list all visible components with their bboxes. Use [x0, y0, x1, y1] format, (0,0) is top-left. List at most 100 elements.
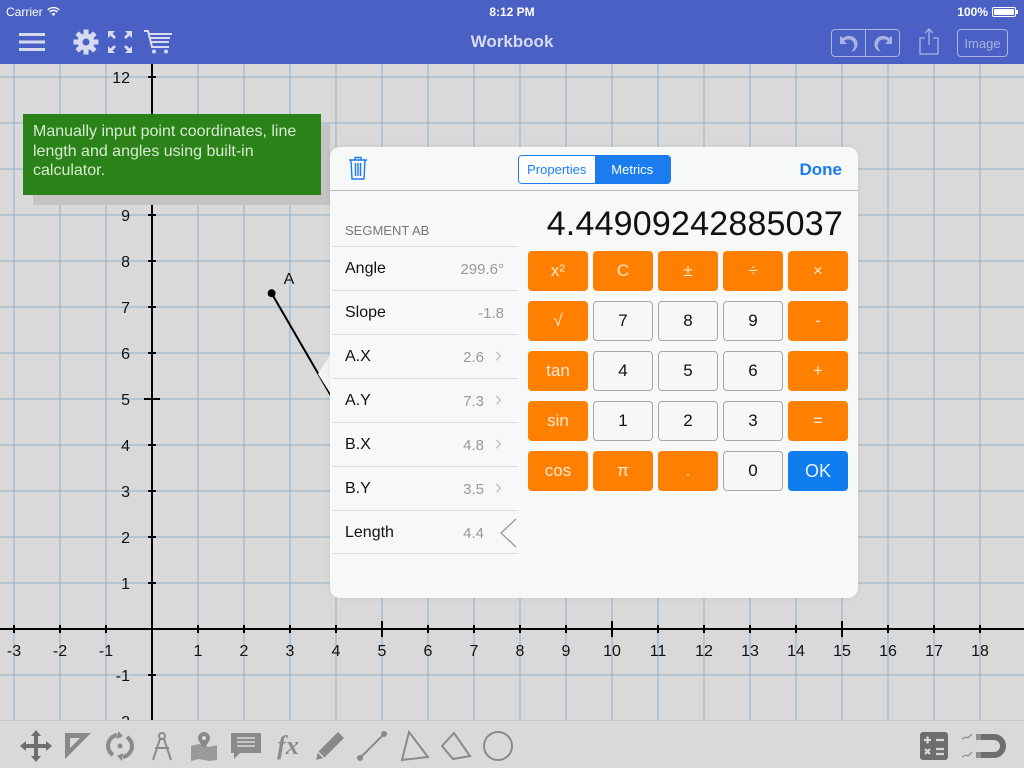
key-clear[interactable]: C — [593, 251, 653, 291]
key-decimal[interactable]: . — [658, 451, 718, 491]
redo-button[interactable] — [866, 30, 899, 56]
tool-rotate[interactable] — [103, 729, 137, 763]
x-tick-label: 14 — [787, 643, 805, 660]
metric-label: B.Y — [345, 480, 371, 497]
x-tick-label: 6 — [424, 643, 433, 660]
metric-value: 4.8 — [463, 437, 484, 454]
key-multiply[interactable]: × — [788, 251, 848, 291]
section-title: SEGMENT AB — [345, 223, 430, 238]
calculator-button[interactable] — [917, 729, 951, 763]
app-root: Carrier 8:12 PM 100% Workbook Image -3 -… — [0, 0, 1024, 768]
tab-properties[interactable]: Properties — [519, 156, 595, 183]
tool-pencil[interactable] — [313, 729, 347, 763]
key-square[interactable]: x² — [528, 251, 588, 291]
delete-button[interactable] — [348, 156, 368, 185]
calculator-display: 4.44909242885037 — [546, 205, 843, 243]
undo-icon — [839, 35, 858, 52]
key-divide[interactable]: ÷ — [723, 251, 783, 291]
compass-icon — [152, 732, 172, 761]
trash-icon — [349, 156, 367, 180]
key-pi[interactable]: π — [593, 451, 653, 491]
magnet-icon — [961, 733, 1006, 758]
point-a — [267, 289, 276, 298]
key-5[interactable]: 5 — [658, 351, 718, 391]
x-tick-label: 5 — [378, 643, 387, 660]
share-icon — [919, 28, 939, 55]
key-add[interactable]: + — [788, 351, 848, 391]
tool-triangle[interactable] — [397, 729, 431, 763]
tab-metrics[interactable]: Metrics — [594, 156, 670, 183]
y-tick-label: 2 — [121, 530, 130, 547]
y-tick-label: 4 — [121, 438, 130, 455]
x-tick-label: 1 — [194, 643, 203, 660]
key-equals[interactable]: = — [788, 401, 848, 441]
key-0[interactable]: 0 — [723, 451, 783, 491]
move-icon — [20, 730, 52, 762]
key-subtract[interactable]: - — [788, 301, 848, 341]
metric-row-slope: Slope -1.8 — [333, 290, 518, 334]
calculator-icon — [920, 732, 948, 760]
comment-icon — [231, 733, 261, 759]
segment-icon — [357, 731, 387, 761]
x-tick-label: 15 — [833, 643, 851, 660]
tool-circle[interactable] — [481, 729, 515, 763]
key-negate[interactable]: ± — [658, 251, 718, 291]
point-a-label: A — [284, 271, 295, 288]
map-icon — [191, 732, 217, 761]
key-7[interactable]: 7 — [593, 301, 653, 341]
segment-popover: Properties Metrics Done SEGMENT AB Angle… — [330, 147, 858, 598]
tool-move[interactable] — [19, 729, 53, 763]
selected-chevron-left-icon — [499, 518, 517, 548]
tool-map[interactable] — [187, 729, 221, 763]
x-tick-label: -1 — [99, 643, 113, 660]
key-3[interactable]: 3 — [723, 401, 783, 441]
undo-button[interactable] — [832, 30, 866, 56]
y-tick-label: 3 — [121, 484, 130, 501]
top-navigation-bar: Carrier 8:12 PM 100% Workbook Image — [0, 0, 1024, 64]
share-button[interactable] — [916, 28, 942, 56]
metric-row-a-y[interactable]: A.Y 7.3 › — [333, 378, 518, 422]
key-2[interactable]: 2 — [658, 401, 718, 441]
battery-percent: 100% — [957, 5, 988, 19]
metric-row-b-y[interactable]: B.Y 3.5 › — [333, 466, 518, 510]
segmented-control: Properties Metrics — [518, 155, 671, 184]
x-tick-label: 3 — [286, 643, 295, 660]
metric-label: A.Y — [345, 392, 371, 409]
key-cos[interactable]: cos — [528, 451, 588, 491]
key-sin[interactable]: sin — [528, 401, 588, 441]
key-6[interactable]: 6 — [723, 351, 783, 391]
x-tick-label: 13 — [741, 643, 759, 660]
popover-header: Properties Metrics Done — [330, 147, 858, 191]
snap-button[interactable] — [960, 729, 1006, 763]
tool-function[interactable]: fx — [271, 729, 305, 763]
tool-set-square[interactable] — [61, 729, 95, 763]
undo-redo-group — [831, 29, 900, 57]
triangle-icon — [400, 730, 430, 762]
key-sqrt[interactable]: √ — [528, 301, 588, 341]
done-button[interactable]: Done — [800, 160, 843, 180]
tool-segment[interactable] — [355, 729, 389, 763]
metric-row-a-x[interactable]: A.X 2.6 › — [333, 334, 518, 378]
tool-polygon[interactable] — [439, 729, 473, 763]
metric-row-length[interactable]: Length 4.4 — [333, 510, 518, 554]
key-8[interactable]: 8 — [658, 301, 718, 341]
y-tick-label: 5 — [121, 392, 130, 409]
key-4[interactable]: 4 — [593, 351, 653, 391]
y-tick-label: 9 — [121, 208, 130, 225]
tool-comment[interactable] — [229, 729, 263, 763]
y-tick-label: -1 — [116, 668, 130, 685]
y-tick-label: 7 — [121, 300, 130, 317]
x-tick-label: 7 — [470, 643, 479, 660]
set-square-icon — [65, 733, 91, 759]
key-ok[interactable]: OK — [788, 451, 848, 491]
x-tick-label: 8 — [516, 643, 525, 660]
circle-icon — [483, 731, 513, 761]
rotate-icon — [106, 731, 134, 761]
tool-compass[interactable] — [145, 729, 179, 763]
x-tick-label: 12 — [695, 643, 713, 660]
key-1[interactable]: 1 — [593, 401, 653, 441]
image-button[interactable]: Image — [957, 29, 1008, 57]
key-tan[interactable]: tan — [528, 351, 588, 391]
metric-row-b-x[interactable]: B.X 4.8 › — [333, 422, 518, 466]
key-9[interactable]: 9 — [723, 301, 783, 341]
